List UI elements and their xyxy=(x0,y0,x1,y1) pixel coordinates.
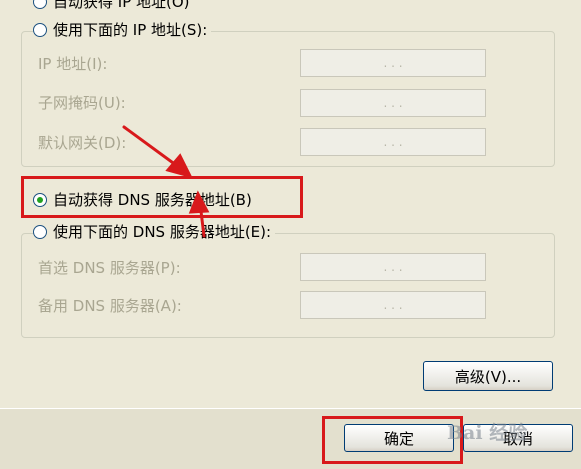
arrow-down-head xyxy=(165,153,193,179)
annotation-arrows xyxy=(122,125,210,238)
arrow-down-line xyxy=(122,125,182,170)
arrow-up-head xyxy=(188,190,210,214)
baidu-watermark: Bai 经验 xyxy=(447,418,527,445)
watermark-text: Bai 经验 xyxy=(447,422,528,444)
